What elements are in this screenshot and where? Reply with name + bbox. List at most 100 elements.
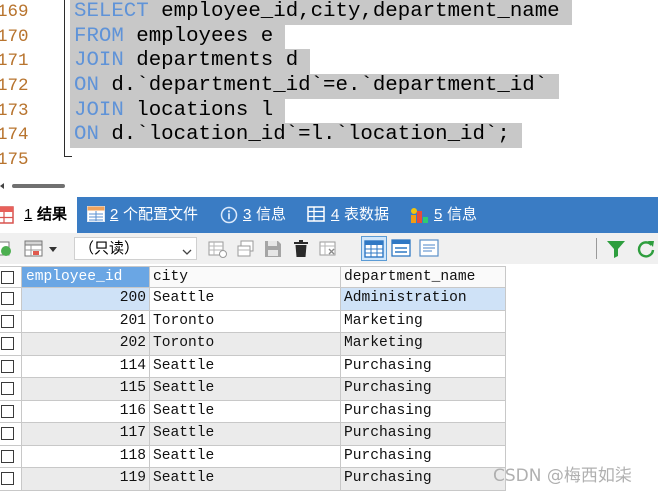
table-row[interactable]: 116 Seattle Purchasing (0, 400, 506, 423)
table-row[interactable]: 200 Seattle Administration (0, 288, 506, 311)
code-line[interactable]: FROM employees e (70, 24, 286, 50)
table-row[interactable]: 202 Toronto Marketing (0, 333, 506, 356)
row-checkbox-cell (0, 355, 22, 378)
column-header-employee-id[interactable]: employee_id (22, 266, 150, 288)
tab-result[interactable]: 1 结果 (0, 197, 77, 233)
table-row[interactable]: 119 Seattle Purchasing (0, 468, 506, 491)
cell-department-name[interactable]: Administration (341, 288, 506, 311)
cell-employee-id[interactable]: 202 (22, 333, 150, 356)
table-row[interactable]: 117 Seattle Purchasing (0, 423, 506, 446)
cell-employee-id[interactable]: 114 (22, 355, 150, 378)
tab-number: 2 (110, 206, 119, 223)
row-checkbox[interactable] (1, 472, 14, 485)
grid-view-button[interactable] (361, 236, 387, 261)
cell-city[interactable]: Seattle (150, 400, 341, 423)
cell-employee-id[interactable]: 116 (22, 400, 150, 423)
dropdown-arrow-icon[interactable] (49, 247, 57, 252)
cell-department-name[interactable]: Purchasing (341, 468, 506, 491)
cell-department-name[interactable]: Purchasing (341, 445, 506, 468)
filter-icon[interactable] (606, 239, 626, 259)
row-checkbox[interactable] (1, 314, 14, 328)
code-line[interactable]: JOIN departments d (70, 49, 311, 74)
cell-department-name[interactable]: Purchasing (341, 355, 506, 378)
row-checkbox[interactable] (1, 382, 14, 395)
row-checkbox[interactable] (1, 404, 14, 418)
result-mode-select[interactable]: （只读） (74, 237, 197, 260)
select-all-cell (0, 266, 22, 288)
watermark: CSDN @梅西如柒 (493, 466, 632, 486)
sql-editor[interactable]: 169 170 171 172 173 174 175 SELECT emplo… (0, 0, 658, 176)
reset-icon[interactable] (319, 239, 339, 259)
tab-profile[interactable]: 2 个配置文件 (84, 197, 202, 233)
cell-city[interactable]: Seattle (150, 468, 341, 491)
cell-employee-id[interactable]: 117 (22, 423, 150, 446)
code-line[interactable]: JOIN locations l (70, 98, 286, 124)
cell-employee-id[interactable]: 118 (22, 445, 150, 468)
tab-number: 1 (24, 206, 33, 223)
result-toolbar: （只读） (0, 233, 658, 264)
sql-keyword: JOIN (74, 98, 124, 122)
cell-department-name[interactable]: Marketing (341, 310, 506, 333)
row-checkbox[interactable] (1, 292, 14, 305)
result-grid-icon (0, 206, 14, 224)
cell-employee-id[interactable]: 119 (22, 468, 150, 491)
code-line[interactable]: SELECT employee_id,city,department_name (70, 0, 572, 25)
column-header-department-name[interactable]: department_name (341, 266, 506, 288)
tab-label: 信息 (447, 206, 478, 223)
cell-department-name[interactable]: Purchasing (341, 400, 506, 423)
cell-city[interactable]: Seattle (150, 423, 341, 446)
cell-city[interactable]: Seattle (150, 355, 341, 378)
profile-table-icon (87, 206, 107, 224)
table-row[interactable]: 201 Toronto Marketing (0, 310, 506, 333)
code-text: d.`location_id`=l.`location_id`; (98, 123, 510, 147)
cell-employee-id[interactable]: 200 (22, 288, 150, 311)
tab-label: 结果 (37, 206, 68, 223)
tab-history-info[interactable]: 5 信息 (405, 197, 481, 233)
text-view-button[interactable] (417, 236, 443, 261)
cell-city[interactable]: Seattle (150, 288, 341, 311)
refresh-result-icon[interactable] (0, 239, 14, 259)
code-line[interactable]: ON d.`department_id`=e.`department_id` (70, 74, 560, 99)
form-view-button[interactable] (389, 236, 415, 261)
cell-employee-id[interactable]: 115 (22, 378, 150, 401)
cell-employee-id[interactable]: 201 (22, 310, 150, 333)
insert-row-icon[interactable] (208, 239, 228, 259)
sql-keyword: SELECT (74, 0, 149, 23)
row-checkbox[interactable] (1, 449, 14, 463)
delete-row-icon[interactable] (291, 239, 311, 259)
row-checkbox-cell (0, 310, 22, 333)
result-grid[interactable]: employee_id city department_name 200 Sea… (0, 266, 506, 491)
grid-options-icon[interactable] (24, 239, 44, 259)
cell-city[interactable]: Seattle (150, 378, 341, 401)
row-checkbox[interactable] (1, 427, 14, 440)
tab-info[interactable]: 3 信息 (216, 197, 292, 233)
cell-city[interactable]: Seattle (150, 445, 341, 468)
row-checkbox[interactable] (1, 337, 14, 350)
tab-table-data[interactable]: 4 表数据 (303, 197, 393, 233)
editor-horizontal-scrollbar[interactable] (0, 176, 658, 197)
sql-keyword: JOIN (74, 49, 124, 73)
table-row[interactable]: 115 Seattle Purchasing (0, 378, 506, 401)
column-header-city[interactable]: city (150, 266, 341, 288)
save-icon[interactable] (263, 239, 283, 259)
table-row[interactable]: 118 Seattle Purchasing (0, 445, 506, 468)
cell-department-name[interactable]: Marketing (341, 333, 506, 356)
row-checkbox[interactable] (1, 359, 14, 373)
scrollbar-thumb[interactable] (12, 184, 65, 188)
row-checkbox-cell (0, 333, 22, 356)
table-row[interactable]: 114 Seattle Purchasing (0, 355, 506, 378)
line-number: 173 (0, 100, 29, 121)
cell-city[interactable]: Toronto (150, 310, 341, 333)
cell-department-name[interactable]: Purchasing (341, 378, 506, 401)
select-all-checkbox[interactable] (1, 271, 14, 284)
history-info-icon (409, 206, 429, 224)
cell-city[interactable]: Toronto (150, 333, 341, 356)
scroll-left-arrow-icon[interactable] (0, 183, 4, 189)
chevron-down-icon[interactable] (181, 243, 193, 255)
refresh-icon[interactable] (636, 239, 656, 259)
code-line[interactable]: ON d.`location_id`=l.`location_id`; (70, 123, 522, 148)
code-line[interactable] (70, 148, 74, 173)
duplicate-row-icon[interactable] (236, 239, 256, 259)
tab-label: 个配置文件 (123, 206, 199, 223)
cell-department-name[interactable]: Purchasing (341, 423, 506, 446)
